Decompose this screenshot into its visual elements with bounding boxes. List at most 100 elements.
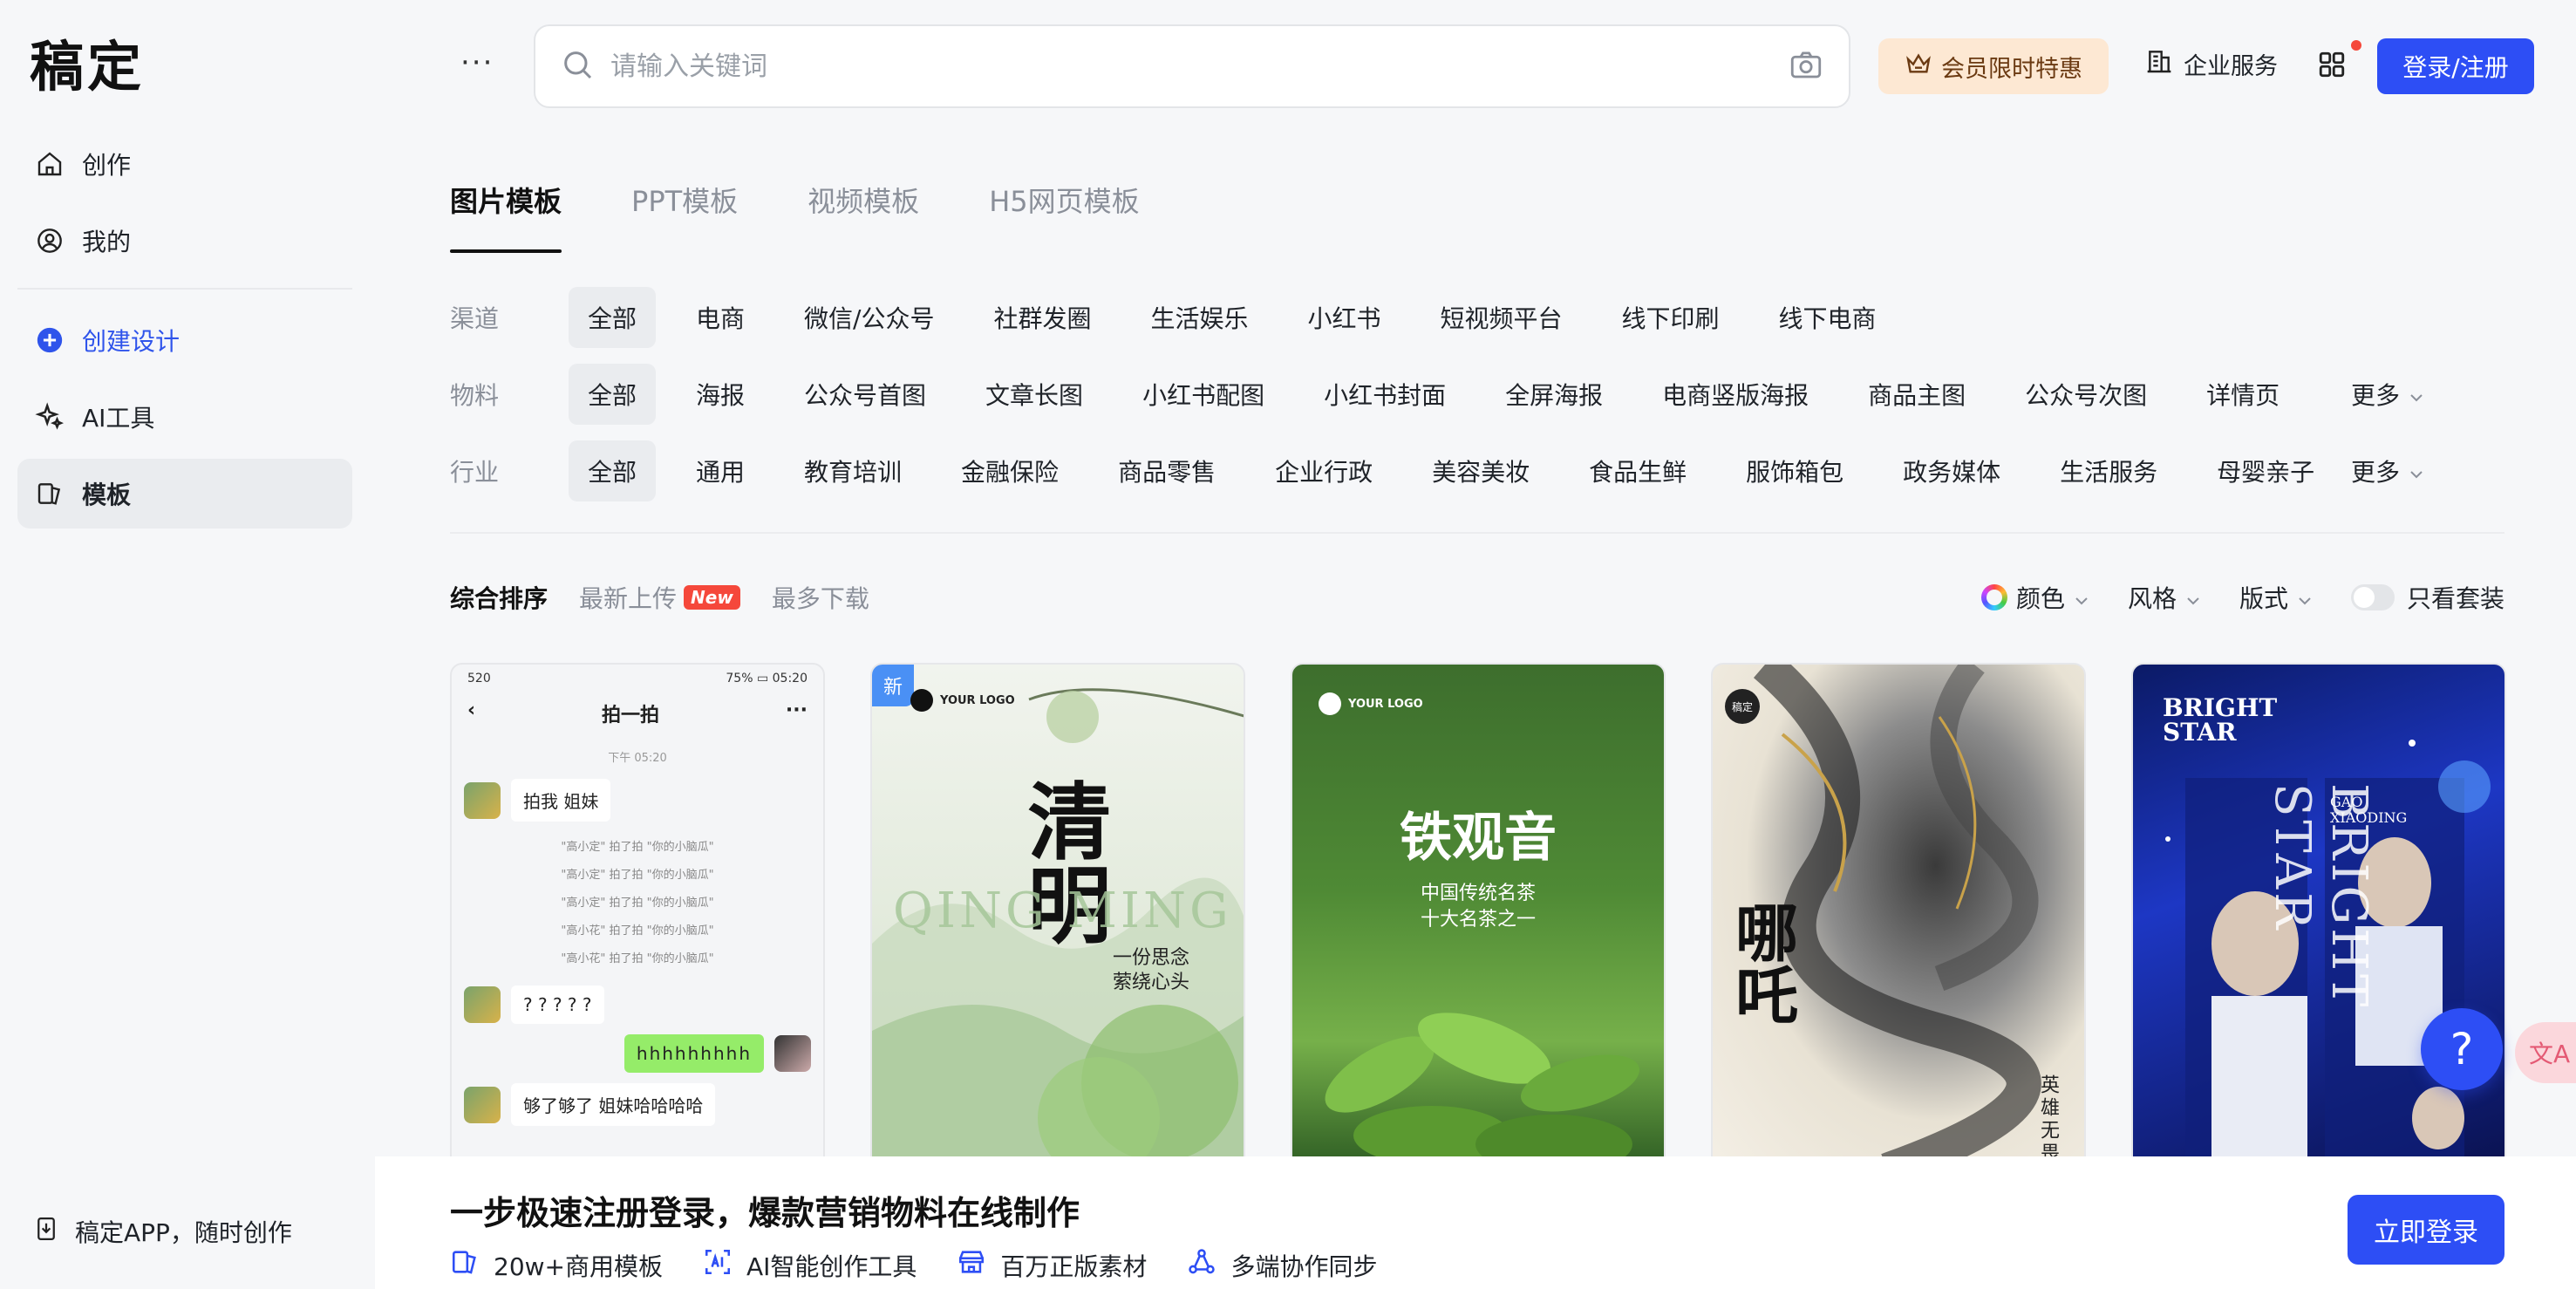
filter-chip[interactable]: 服饰箱包 [1727, 440, 1863, 501]
avatar [464, 1086, 501, 1123]
color-filter[interactable]: 颜色 [1980, 580, 2089, 615]
tab-video-templates[interactable]: 视频模板 [808, 180, 919, 253]
search-icon [560, 47, 595, 85]
filter-chip[interactable]: 商品主图 [1849, 364, 1985, 425]
pat-line: "高小花" 拍了拍 "你的小脑瓜" [561, 952, 714, 965]
filter-chip[interactable]: 小红书封面 [1305, 364, 1465, 425]
filter-more-button[interactable]: 更多 [2351, 377, 2424, 412]
sidebar-divider [17, 288, 352, 290]
chevron-down-icon [2074, 583, 2089, 612]
color-wheel-icon [1980, 584, 2007, 610]
template-card[interactable]: YOUR LOGO 铁观音 中国传统名茶 十大名茶之一 [1291, 663, 1666, 1156]
filter-chip[interactable]: 文章长图 [966, 364, 1102, 425]
filter-chip[interactable]: 线下印刷 [1603, 287, 1739, 348]
template-card[interactable]: 稿定 哪吒 英雄无畏 [1711, 663, 2086, 1156]
filter-chip[interactable]: 电商竖版海报 [1643, 364, 1828, 425]
clock-text: 05:20 [772, 672, 808, 685]
login-now-button[interactable]: 立即登录 [2348, 1195, 2504, 1265]
app-logo[interactable]: 稿定 [30, 23, 145, 101]
feature-label: 多端协作同步 [1230, 1251, 1378, 1281]
filter-label: 物料 [450, 381, 500, 410]
filter-chip[interactable]: 小红书 [1289, 287, 1400, 348]
filter-chip[interactable]: 海报 [677, 364, 764, 425]
filter-chip[interactable]: 金融保险 [942, 440, 1078, 501]
login-register-button[interactable]: 登录/注册 [2377, 38, 2534, 94]
filter-more-button[interactable]: 更多 [2351, 454, 2424, 488]
filter-chip[interactable]: 通用 [677, 440, 764, 501]
tab-ppt-templates[interactable]: PPT模板 [631, 180, 738, 253]
filter-chip[interactable]: 短视频平台 [1421, 287, 1582, 348]
display-filters: 颜色 风格 版式 只看套装 [1943, 580, 2504, 615]
logo-text: YOUR LOGO [1348, 697, 1423, 711]
toggle-switch[interactable] [2350, 584, 2395, 610]
filter-label: 渠道 [450, 304, 500, 333]
avatar [464, 781, 501, 819]
color-filter-label: 颜色 [2015, 584, 2065, 613]
sort-most-downloads[interactable]: 最多下载 [772, 580, 869, 615]
filter-chip[interactable]: 生活服务 [2041, 440, 2177, 501]
search-input[interactable] [610, 51, 1788, 82]
vip-offer-button[interactable]: 会员限时特惠 [1878, 38, 2109, 94]
sort-comprehensive[interactable]: 综合排序 [450, 580, 548, 615]
chat-title: 拍一拍 [601, 705, 659, 726]
translate-icon[interactable]: 文A [2515, 1022, 2576, 1083]
filter-chip[interactable]: 线下电商 [1760, 287, 1896, 348]
filter-chip[interactable]: 公众号次图 [2006, 364, 2166, 425]
chat-message: 拍我 姐妹 [452, 774, 823, 827]
filter-chip[interactable]: 母婴亲子 [2198, 440, 2334, 501]
template-grid: 520 75% ▭ 05:20 ‹ 拍一拍 ··· 下午 05:20 拍我 姐妹… [450, 663, 2506, 1156]
filter-chip[interactable]: 公众号首图 [785, 364, 945, 425]
filter-chip[interactable]: 企业行政 [1256, 440, 1392, 501]
filter-chip[interactable]: 美容美妆 [1413, 440, 1549, 501]
search-bar[interactable] [534, 24, 1850, 108]
sidebar-item-create-design[interactable]: 创建设计 [17, 305, 352, 375]
filter-chip[interactable]: 政务媒体 [1884, 440, 2020, 501]
more-dots-icon: ··· [785, 699, 808, 721]
filter-chip[interactable]: 生活娱乐 [1131, 287, 1267, 348]
filter-chip[interactable]: 全部 [569, 440, 657, 501]
filter-chip[interactable]: 微信/公众号 [785, 287, 953, 348]
camera-icon[interactable] [1788, 46, 1824, 86]
only-sets-toggle[interactable]: 只看套装 [2350, 580, 2504, 615]
filter-chip[interactable]: 小红书配图 [1123, 364, 1284, 425]
enterprise-service-button[interactable]: 企业服务 [2145, 47, 2278, 81]
filter-chip[interactable]: 商品零售 [1099, 440, 1235, 501]
back-chevron-icon: ‹ [467, 699, 476, 721]
filter-chip[interactable]: 全部 [569, 364, 657, 425]
app-link-label: 稿定APP，随时创作 [75, 1218, 292, 1247]
filter-chip[interactable]: 全部 [569, 287, 657, 348]
sort-latest[interactable]: 最新上传 New [579, 580, 740, 615]
logo-dot [910, 689, 933, 712]
style-filter[interactable]: 风格 [2128, 580, 2201, 615]
chat-message: ? ? ? ? ? [452, 980, 823, 1029]
filter-chip[interactable]: 全屏海报 [1486, 364, 1622, 425]
sidebar-item-mine[interactable]: 我的 [17, 206, 352, 276]
tab-h5-templates[interactable]: H5网页模板 [989, 180, 1139, 253]
filter-row-material: 物料 全部 海报 公众号首图 文章长图 小红书配图 小红书封面 全屏海报 电商竖… [450, 364, 2504, 425]
feature-item: 百万正版素材 [957, 1247, 1147, 1283]
chat-message: hhhhhhhhh [452, 1029, 823, 1078]
template-card[interactable]: 新 YOUR LOGO 清明 QING MING 一份思念 萦绕心头 [870, 663, 1245, 1156]
card-title: 铁观音 [1400, 808, 1557, 869]
more-menu-icon[interactable]: ··· [460, 45, 494, 80]
apps-grid-icon[interactable] [2316, 49, 2348, 84]
template-card[interactable]: 520 75% ▭ 05:20 ‹ 拍一拍 ··· 下午 05:20 拍我 姐妹… [450, 663, 825, 1156]
feature-item: 多端协作同步 [1187, 1247, 1377, 1283]
card-title: BRIGHT [2163, 693, 2278, 722]
app-download-link[interactable]: 稿定APP，随时创作 [33, 1214, 292, 1249]
layout-filter[interactable]: 版式 [2239, 580, 2313, 615]
filter-chip[interactable]: 教育培训 [785, 440, 921, 501]
filter-chip[interactable]: 电商 [677, 287, 764, 348]
filter-chip[interactable]: 社群发圈 [974, 287, 1110, 348]
tab-image-templates[interactable]: 图片模板 [450, 180, 562, 253]
card-side-text: 英雄无畏 [2037, 1074, 2059, 1156]
filter-chip[interactable]: 详情页 [2187, 364, 2299, 425]
enterprise-service-label: 企业服务 [2184, 53, 2278, 80]
filter-row-channel: 渠道 全部 电商 微信/公众号 社群发圈 生活娱乐 小红书 短视频平台 线下印刷… [450, 287, 2504, 348]
sidebar-item-ai-tools[interactable]: AI工具 [17, 382, 352, 452]
shop-icon [957, 1247, 986, 1283]
help-button[interactable]: ? [2421, 1008, 2503, 1090]
sidebar-item-create[interactable]: 创作 [17, 129, 352, 199]
filter-chip[interactable]: 食品生鲜 [1570, 440, 1706, 501]
sidebar-item-templates[interactable]: 模板 [17, 459, 352, 529]
